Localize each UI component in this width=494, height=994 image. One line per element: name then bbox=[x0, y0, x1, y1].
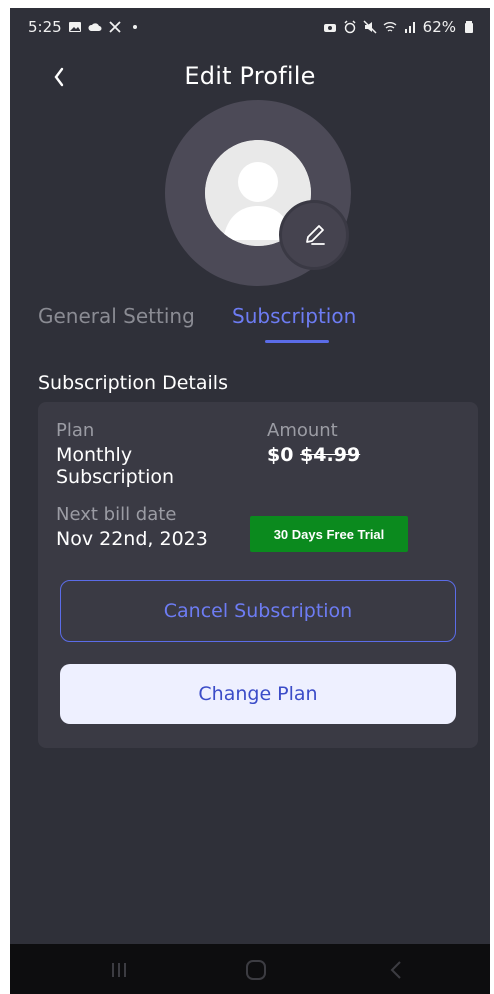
battery-icon bbox=[465, 21, 473, 33]
wifi-icon bbox=[383, 22, 397, 32]
edit-avatar-button[interactable] bbox=[279, 200, 349, 270]
phone-screen: 5:25 62% Edit Profile General Setting Su… bbox=[10, 8, 490, 994]
mute-icon bbox=[363, 20, 377, 34]
recent-apps-button[interactable] bbox=[104, 956, 134, 984]
nav-back-button[interactable] bbox=[382, 956, 412, 984]
amount-label: Amount bbox=[267, 420, 338, 441]
header: Edit Profile bbox=[10, 54, 490, 102]
camera-icon bbox=[323, 24, 336, 32]
alarm-icon bbox=[344, 20, 356, 34]
page-title: Edit Profile bbox=[184, 62, 316, 90]
change-plan-button[interactable]: Change Plan bbox=[60, 664, 456, 724]
gallery-icon bbox=[68, 22, 81, 32]
home-icon bbox=[246, 960, 266, 980]
plan-value-line1: Monthly bbox=[56, 444, 133, 466]
trial-badge: 30 Days Free Trial bbox=[250, 516, 408, 552]
next-bill-value: Nov 22nd, 2023 bbox=[56, 528, 208, 550]
cancel-subscription-button[interactable]: Cancel Subscription bbox=[60, 580, 456, 642]
amount-current: $0 bbox=[267, 444, 294, 466]
active-tab-indicator bbox=[265, 340, 329, 343]
status-left: 5:25 bbox=[28, 18, 142, 36]
pencil-icon bbox=[306, 225, 325, 245]
cloud-icon bbox=[88, 23, 102, 31]
status-time: 5:25 bbox=[28, 18, 62, 36]
plan-value-line2: Subscription bbox=[56, 466, 175, 488]
section-title: Subscription Details bbox=[38, 372, 228, 394]
tab-subscription[interactable]: Subscription bbox=[232, 304, 356, 328]
subscription-card: Plan Monthly Subscription Amount $0 $4.9… bbox=[38, 402, 478, 748]
battery-percent: 62% bbox=[422, 18, 456, 36]
next-bill-label: Next bill date bbox=[56, 504, 177, 525]
plan-label: Plan bbox=[56, 420, 95, 441]
dot-icon bbox=[132, 25, 137, 29]
signal-icon bbox=[404, 22, 415, 33]
amount-original: $4.99 bbox=[300, 444, 361, 466]
amount-value: $0 $4.99 bbox=[267, 444, 360, 466]
status-bar: 5:25 62% bbox=[10, 8, 490, 46]
recent-apps-icon bbox=[112, 963, 126, 977]
system-nav-bar bbox=[10, 944, 490, 994]
x-logo-icon bbox=[109, 21, 121, 33]
back-icon bbox=[390, 961, 401, 979]
tab-general-setting[interactable]: General Setting bbox=[38, 304, 195, 328]
home-button[interactable] bbox=[241, 956, 271, 984]
tab-bar: General Setting Subscription bbox=[10, 294, 490, 354]
status-right: 62% bbox=[323, 18, 476, 36]
